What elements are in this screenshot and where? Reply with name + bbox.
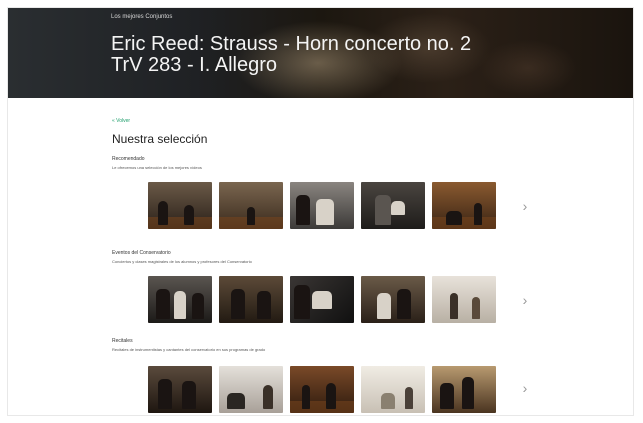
performer-figure — [182, 381, 196, 409]
performer-figure — [375, 195, 391, 225]
performer-figure — [231, 289, 245, 319]
performer-figure — [397, 289, 411, 319]
performer-figure — [446, 211, 462, 225]
performer-figure — [326, 383, 336, 409]
video-thumbnail[interactable] — [432, 182, 496, 229]
video-thumbnail[interactable] — [361, 366, 425, 413]
video-thumbnail[interactable] — [290, 182, 354, 229]
row-description-events: Conciertos y clases magistrales de los a… — [112, 259, 252, 264]
performer-figure — [462, 377, 474, 409]
video-thumbnail[interactable] — [148, 366, 212, 413]
hero-banner: Los mejores Conjuntos Eric Reed: Strauss… — [8, 8, 633, 98]
performer-figure — [302, 385, 310, 409]
video-thumbnail[interactable] — [361, 276, 425, 323]
performer-figure — [472, 297, 480, 319]
hero-source-label: Los mejores Conjuntos — [111, 14, 173, 20]
carousel-next-arrow[interactable]: › — [518, 380, 532, 396]
video-thumbnail[interactable] — [290, 276, 354, 323]
performer-figure — [381, 393, 395, 409]
performer-figure — [312, 291, 332, 309]
performer-figure — [257, 291, 271, 319]
stage-floor — [432, 217, 496, 229]
carousel-next-arrow[interactable]: › — [518, 198, 532, 214]
row-title-recommended: Recomendado — [112, 156, 145, 162]
row-title-recitals: Recitales — [112, 338, 133, 344]
back-link[interactable]: « Volver — [112, 118, 130, 124]
performer-figure — [156, 289, 170, 319]
performer-figure — [174, 291, 186, 319]
performer-figure — [263, 385, 273, 409]
row-description-recommended: Le ofrecemos una selección de los mejore… — [112, 165, 202, 170]
carousel-next-arrow[interactable]: › — [518, 292, 532, 308]
row-description-recitals: Recitales de instrumentistas y cantantes… — [112, 347, 266, 352]
performer-figure — [405, 387, 413, 409]
performer-figure — [227, 393, 245, 409]
performer-figure — [158, 201, 168, 225]
section-heading: Nuestra selección — [112, 132, 208, 146]
row-title-events: Eventos del Conservatorio — [112, 250, 171, 256]
performer-figure — [184, 205, 194, 225]
video-title-line-1: Eric Reed: Strauss - Horn concerto no. 2 — [111, 33, 472, 55]
performer-figure — [296, 195, 310, 225]
performer-figure — [474, 203, 482, 225]
video-carousel-recitals — [148, 366, 496, 413]
performer-figure — [158, 379, 172, 409]
performer-figure — [391, 201, 405, 215]
performer-figure — [192, 293, 204, 319]
video-thumbnail[interactable] — [361, 182, 425, 229]
stage-floor — [290, 401, 354, 413]
video-thumbnail[interactable] — [432, 276, 496, 323]
video-carousel-events — [148, 276, 496, 323]
video-thumbnail[interactable] — [219, 366, 283, 413]
performer-figure — [377, 293, 391, 319]
performer-figure — [440, 383, 454, 409]
video-thumbnail[interactable] — [432, 366, 496, 413]
video-carousel-recommended — [148, 182, 496, 229]
video-title-line-2: TrV 283 - I. Allegro — [111, 54, 277, 76]
performer-figure — [450, 293, 458, 319]
page-frame: Los mejores Conjuntos Eric Reed: Strauss… — [8, 8, 633, 415]
video-thumbnail[interactable] — [148, 182, 212, 229]
video-title: Eric Reed: Strauss - Horn concerto no. 2… — [111, 34, 551, 76]
video-thumbnail[interactable] — [148, 276, 212, 323]
performer-figure — [316, 199, 334, 225]
video-thumbnail[interactable] — [219, 182, 283, 229]
video-thumbnail[interactable] — [219, 276, 283, 323]
video-thumbnail[interactable] — [290, 366, 354, 413]
performer-figure — [294, 285, 310, 319]
performer-figure — [247, 207, 255, 225]
